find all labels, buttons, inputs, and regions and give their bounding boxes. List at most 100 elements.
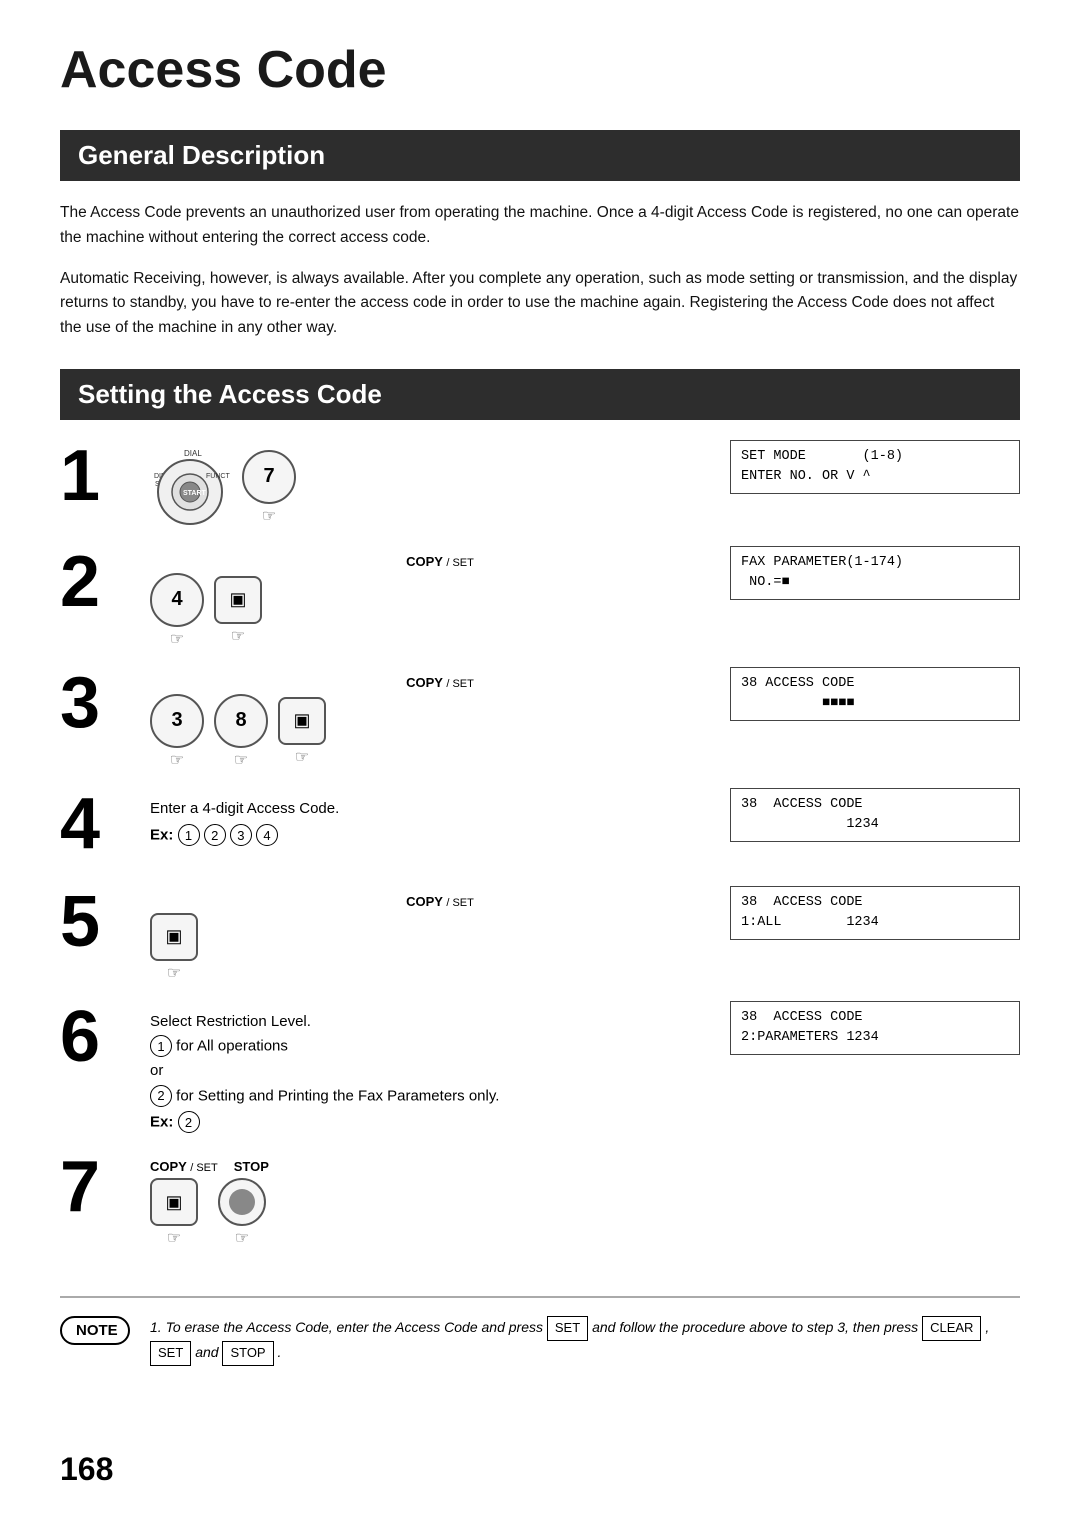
hand-icon-4: ☞: [170, 629, 184, 649]
note-clear-key: CLEAR: [922, 1316, 981, 1341]
step-5-content: COPY / SET ▣ ☞: [140, 886, 730, 983]
step-6-ex: Ex: 2: [150, 1111, 730, 1133]
stop-inner-icon: [229, 1189, 255, 1215]
stop-label-7: STOP: [234, 1159, 269, 1174]
lcd-4: 38 ACCESS CODE 1234: [730, 788, 1020, 843]
ex-key-1: 1: [178, 824, 200, 846]
step-3-row: 3 COPY / SET 3 ☞ 8 ☞: [60, 667, 1020, 770]
general-para-2: Automatic Receiving, however, is always …: [60, 267, 1020, 341]
step-5-display: 38 ACCESS CODE 1:ALL 1234: [730, 886, 1020, 941]
dial-icon: DIAL DIRECTORY SEARCH START: [150, 448, 230, 528]
set-key-5-with-hand: ▣ ☞: [150, 913, 198, 983]
step-3-display: 38 ACCESS CODE ■■■■: [730, 667, 1020, 722]
general-description-section: General Description The Access Code prev…: [60, 130, 1020, 341]
hand-icon-7: ☞: [262, 506, 276, 526]
ex-val-6: 2: [178, 1111, 200, 1133]
step-4-number: 4: [60, 788, 140, 860]
steps-container: 1 DIAL DIRECTORY SEARCH: [60, 440, 1020, 1267]
slash-set-5: / SET: [446, 897, 474, 909]
step-6-content: Select Restriction Level. 1 for All oper…: [140, 1001, 730, 1134]
ex-key-4: 4: [256, 824, 278, 846]
note-and: and: [195, 1344, 218, 1360]
step-6-option2: 2 for Setting and Printing the Fax Param…: [150, 1085, 730, 1108]
step-5-row: 5 COPY / SET ▣ ☞ 38 ACCESS CODE 1:ALL: [60, 886, 1020, 983]
step-1-content: DIAL DIRECTORY SEARCH START: [140, 440, 730, 528]
ex-key-2: 2: [204, 824, 226, 846]
note-comma: ,: [985, 1320, 989, 1336]
hand-icon-stop7: ☞: [235, 1228, 249, 1248]
hand-icon-set7: ☞: [167, 1228, 181, 1248]
step-7-row: 7 COPY / SET STOP ▣ ☞: [60, 1151, 1020, 1248]
option1-text: for All operations: [176, 1038, 288, 1055]
ex-label-4: Ex:: [150, 827, 173, 844]
copy-set-label-2: COPY / SET: [150, 554, 730, 569]
note-period: .: [278, 1344, 282, 1360]
set-key-5: ▣: [150, 913, 198, 961]
hand-icon-set3: ☞: [295, 747, 309, 767]
copy-set-label-7: COPY / SET: [150, 1159, 218, 1174]
step-6-display: 38 ACCESS CODE 2:PARAMETERS 1234: [730, 1001, 1020, 1056]
step-6-or: or: [150, 1060, 730, 1083]
lcd-2: FAX PARAMETER(1-174) NO.=■: [730, 546, 1020, 601]
set-key-7: ▣: [150, 1178, 198, 1226]
step-6-option1: 1 for All operations: [150, 1035, 730, 1058]
stop-key-7-with-hand: ☞: [218, 1178, 266, 1248]
step-4-row: 4 Enter a 4-digit Access Code. Ex: 1 2 3…: [60, 788, 1020, 868]
general-description-header: General Description: [60, 130, 1020, 181]
copy-set-label-3: COPY / SET: [150, 675, 730, 690]
step-3-content: COPY / SET 3 ☞ 8 ☞ ▣ ☞: [140, 667, 730, 770]
setting-header: Setting the Access Code: [60, 369, 1020, 420]
hand-icon-set2: ☞: [231, 626, 245, 646]
step-1-row: 1 DIAL DIRECTORY SEARCH: [60, 440, 1020, 528]
slash-set-3: / SET: [446, 678, 474, 690]
step-4-ex: Ex: 1 2 3 4: [150, 824, 730, 846]
set-key-2: ▣: [214, 576, 262, 624]
key-3-with-hand: 3 ☞: [150, 694, 204, 770]
set-key-3: ▣: [278, 697, 326, 745]
note-set-key-1: SET: [547, 1316, 588, 1341]
key-4: 4: [150, 573, 204, 627]
key-4-with-hand: 4 ☞: [150, 573, 204, 649]
step-1-display: SET MODE (1-8) ENTER NO. OR V ^: [730, 440, 1020, 495]
note-section: NOTE 1. To erase the Access Code, enter …: [60, 1296, 1020, 1366]
step-2-content: COPY / SET 4 ☞ ▣ ☞: [140, 546, 730, 649]
set-key-3-with-hand: ▣ ☞: [278, 697, 326, 767]
step-3-keys: 3 ☞ 8 ☞ ▣ ☞: [150, 694, 730, 770]
key-3: 3: [150, 694, 204, 748]
set-key-7-with-hand: ▣ ☞: [150, 1178, 198, 1248]
hand-icon-3: ☞: [170, 750, 184, 770]
step-7-content: COPY / SET STOP ▣ ☞ ☞: [140, 1151, 730, 1248]
step-6-row: 6 Select Restriction Level. 1 for All op…: [60, 1001, 1020, 1134]
page-number: 168: [60, 1451, 113, 1488]
lcd-3: 38 ACCESS CODE ■■■■: [730, 667, 1020, 722]
key-7-with-hand: 7 ☞: [242, 450, 296, 526]
page-title: Access Code: [60, 40, 1020, 100]
stop-key-7: [218, 1178, 266, 1226]
step-4-text: Enter a 4-digit Access Code.: [150, 798, 730, 821]
lcd-5: 38 ACCESS CODE 1:ALL 1234: [730, 886, 1020, 941]
step-5-number: 5: [60, 886, 140, 958]
lcd-6: 38 ACCESS CODE 2:PARAMETERS 1234: [730, 1001, 1020, 1056]
set-key-2-with-hand: ▣ ☞: [214, 576, 262, 646]
step-1-number: 1: [60, 440, 140, 512]
option2-num: 2: [150, 1085, 172, 1107]
step-7-number: 7: [60, 1151, 140, 1223]
lcd-1: SET MODE (1-8) ENTER NO. OR V ^: [730, 440, 1020, 495]
copy-set-label-5: COPY / SET: [150, 894, 730, 909]
ex-label-6: Ex:: [150, 1114, 173, 1131]
step-4-display: 38 ACCESS CODE 1234: [730, 788, 1020, 843]
key-7: 7: [242, 450, 296, 504]
ex-key-3: 3: [230, 824, 252, 846]
note-text-content: 1. To erase the Access Code, enter the A…: [150, 1316, 1020, 1366]
key-8: 8: [214, 694, 268, 748]
step-2-row: 2 COPY / SET 4 ☞ ▣ ☞: [60, 546, 1020, 649]
step-6-number: 6: [60, 1001, 140, 1073]
note-badge: NOTE: [60, 1316, 130, 1345]
hand-icon-8: ☞: [234, 750, 248, 770]
svg-text:START: START: [183, 490, 207, 497]
svg-text:FUNCTION: FUNCTION: [206, 473, 230, 480]
step-1-keys: DIAL DIRECTORY SEARCH START: [150, 448, 730, 528]
hand-icon-set5: ☞: [167, 963, 181, 983]
step-4-content: Enter a 4-digit Access Code. Ex: 1 2 3 4: [140, 788, 730, 847]
key-8-with-hand: 8 ☞: [214, 694, 268, 770]
